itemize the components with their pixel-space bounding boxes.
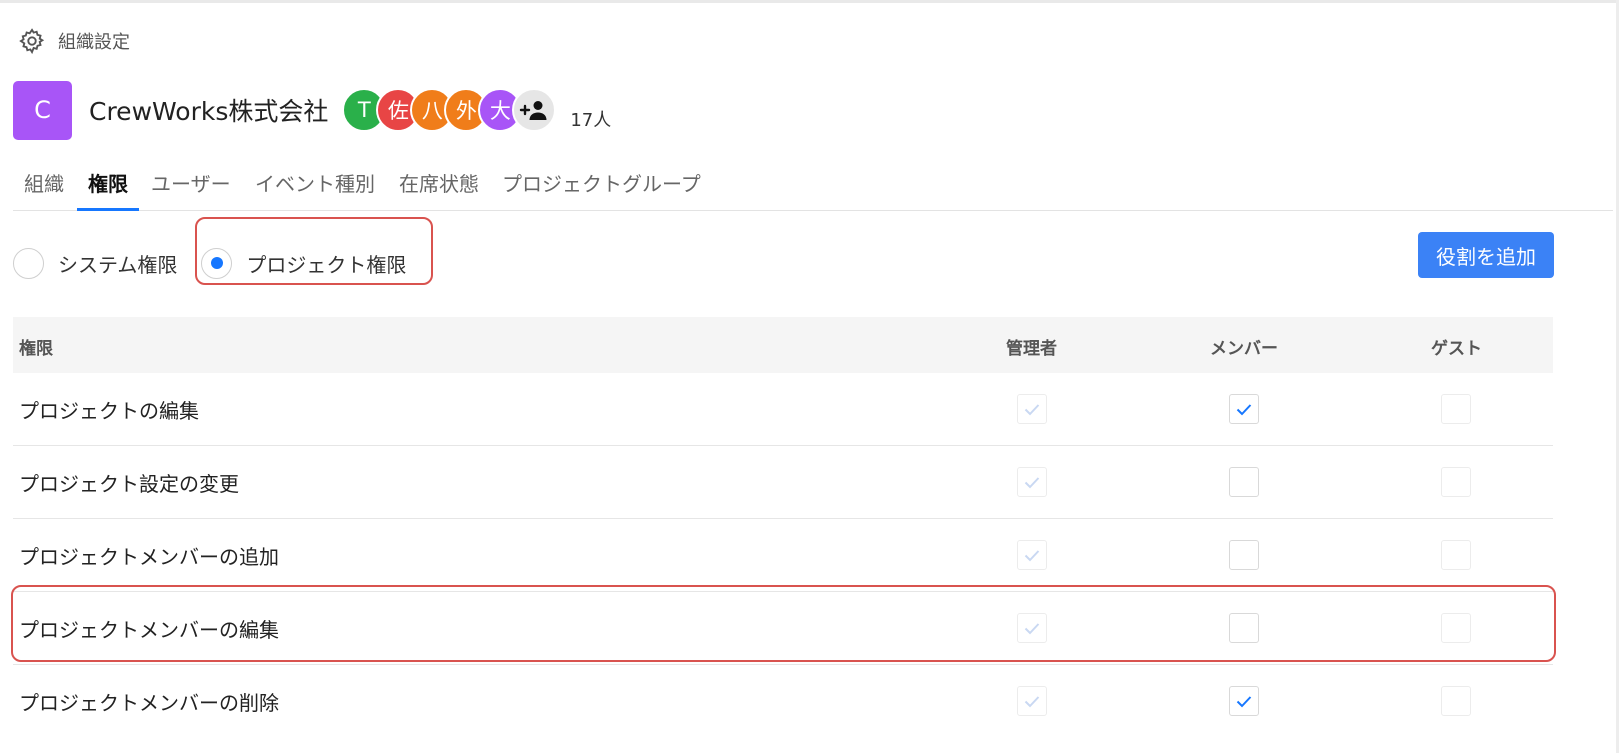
tab-permissions[interactable]: 権限 (77, 168, 139, 211)
top-border (0, 0, 1619, 3)
breadcrumb: 組織設定 (18, 27, 130, 55)
radio-label: システム権限 (58, 252, 178, 277)
guest-checkbox (1441, 394, 1471, 424)
breadcrumb-label: 組織設定 (58, 32, 130, 53)
member-checkbox[interactable] (1229, 394, 1259, 424)
permission-label: プロジェクトメンバーの削除 (19, 691, 279, 715)
admin-checkbox (1017, 467, 1047, 497)
member-checkbox[interactable] (1229, 467, 1259, 497)
guest-checkbox (1441, 467, 1471, 497)
header-admin: 管理者 (1006, 339, 1057, 359)
add-role-button[interactable]: 役割を追加 (1418, 232, 1554, 278)
table-header: 権限 管理者 メンバー ゲスト (13, 317, 1553, 373)
org-name: CrewWorks株式会社 (89, 97, 329, 126)
radio-system-permissions[interactable]: システム権限 (13, 240, 177, 286)
settings-tabs: 組織 権限 ユーザー イベント種別 在席状態 プロジェクトグループ (13, 160, 1613, 211)
radio-button[interactable] (13, 247, 44, 279)
permission-label: プロジェクトメンバーの追加 (19, 545, 279, 569)
gear-icon (18, 27, 46, 55)
table-row: プロジェクトの編集 (13, 373, 1553, 446)
org-header: C CrewWorks株式会社 T 佐 八 外 大 17人 (13, 80, 611, 140)
table-row: プロジェクト設定の変更 (13, 446, 1553, 519)
guest-checkbox (1441, 540, 1471, 570)
add-user-button[interactable] (512, 88, 557, 132)
tab-organization[interactable]: 組織 (24, 168, 64, 208)
tab-project-groups[interactable]: プロジェクトグループ (502, 168, 701, 208)
permission-label: プロジェクト設定の変更 (19, 472, 239, 496)
highlight-box (11, 585, 1556, 662)
tab-event-types[interactable]: イベント種別 (255, 168, 375, 208)
permissions-table: 権限 管理者 メンバー ゲスト プロジェクトの編集プロジェクト設定の変更プロジェ… (13, 317, 1553, 737)
add-user-icon (520, 101, 547, 120)
guest-checkbox (1441, 686, 1471, 716)
permission-label: プロジェクトの編集 (19, 399, 199, 423)
tab-presence-status[interactable]: 在席状態 (399, 168, 479, 208)
highlight-box (195, 217, 433, 285)
table-row: プロジェクトメンバーの追加 (13, 519, 1553, 592)
admin-checkbox (1017, 540, 1047, 570)
org-logo: C (13, 80, 72, 140)
member-checkbox[interactable] (1229, 540, 1259, 570)
table-row: プロジェクトメンバーの削除 (13, 665, 1553, 737)
member-avatars: T 佐 八 外 大 (342, 88, 557, 132)
tab-users[interactable]: ユーザー (151, 168, 231, 208)
header-permission: 権限 (19, 339, 53, 359)
admin-checkbox (1017, 686, 1047, 716)
header-member: メンバー (1210, 339, 1278, 359)
member-count: 17人 (570, 110, 612, 131)
header-guest: ゲスト (1431, 339, 1482, 359)
member-checkbox[interactable] (1229, 686, 1259, 716)
admin-checkbox (1017, 394, 1047, 424)
